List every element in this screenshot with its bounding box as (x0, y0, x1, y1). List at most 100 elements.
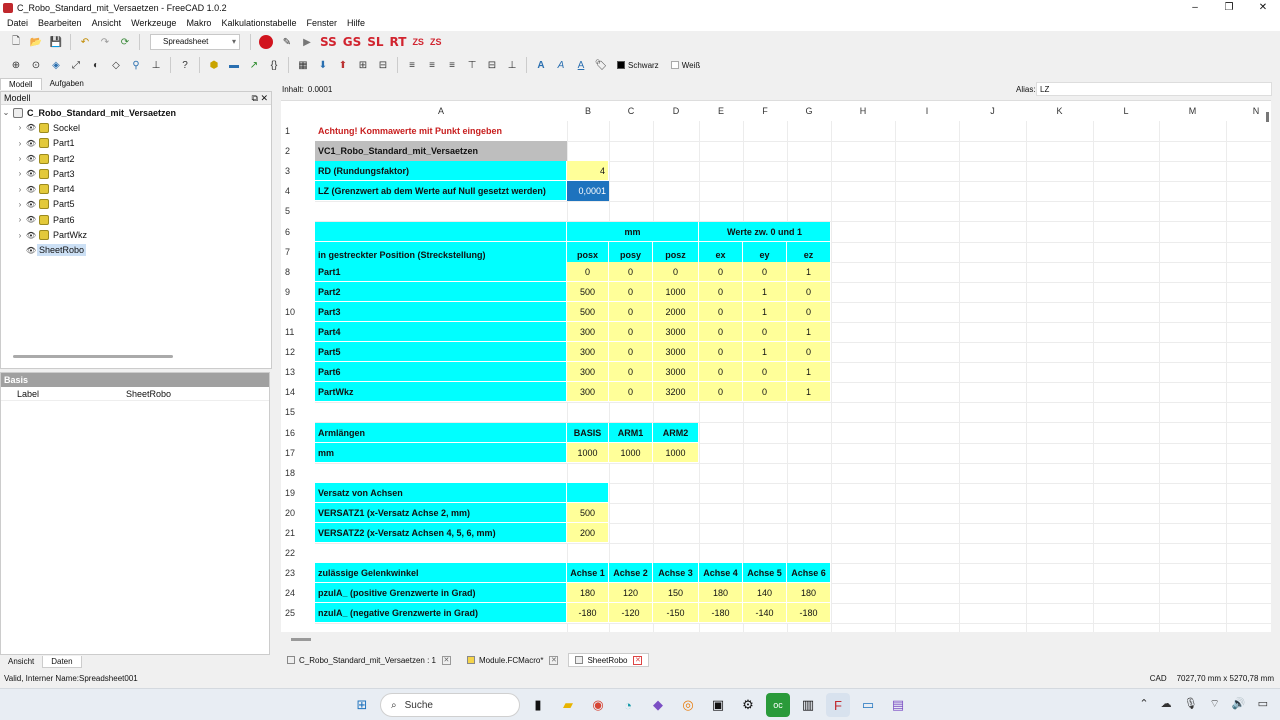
cell-b16[interactable]: BASIS (567, 422, 609, 443)
cell-part-value[interactable]: 0 (653, 261, 699, 282)
tree-root[interactable]: ⌄ C_Robo_Standard_mit_Versaetzen (1, 105, 271, 120)
cell-pos-limit[interactable]: 150 (653, 583, 699, 604)
column-header-c[interactable]: C (609, 101, 653, 121)
cell-part-value[interactable]: 3000 (653, 322, 699, 343)
menu-kalkulationstabelle[interactable]: Kalkulationstabelle (216, 18, 301, 28)
cell-neg-limit[interactable]: -180 (787, 603, 831, 624)
cell-part-value[interactable]: 3000 (653, 362, 699, 383)
cell-part-value[interactable]: 0 (609, 362, 653, 383)
cell-part-value[interactable]: 0 (699, 322, 743, 343)
macro-ss-button[interactable]: SS (320, 35, 337, 49)
visibility-eye-icon[interactable]: 👁 (25, 231, 37, 240)
content-input[interactable]: 0.0001 (308, 85, 332, 94)
cell-part-value[interactable]: 1 (743, 342, 787, 363)
doc-tab-sheetrobo[interactable]: SheetRobo ✕ (568, 653, 650, 667)
create-sheet-icon[interactable]: ▦ (295, 57, 311, 73)
cell-part-value[interactable]: 3000 (653, 342, 699, 363)
edge-icon[interactable]: ◔ (616, 693, 640, 717)
group-icon[interactable]: ▬ (226, 57, 242, 73)
cell-part-value[interactable]: 0 (787, 281, 831, 302)
visibility-eye-icon[interactable]: 👁 (25, 185, 37, 194)
tree-item-sockel[interactable]: › 👁 Sockel (1, 120, 271, 135)
speaker-icon[interactable]: 🔊 (1232, 697, 1246, 711)
maximize-icon[interactable]: ❐ (1212, 0, 1246, 15)
cell-part-value[interactable]: 0 (609, 281, 653, 302)
import-icon[interactable]: ⬇ (315, 57, 331, 73)
view-cube-icon[interactable]: ◈ (48, 57, 64, 73)
cell-part-value[interactable]: 300 (567, 322, 609, 343)
macro-sl-button[interactable]: SL (367, 35, 383, 49)
tree-item-partwkz[interactable]: › 👁 PartWkz (1, 227, 271, 242)
cell-a21[interactable]: VERSATZ2 (x-Versatz Achsen 4, 5, 6, mm) (315, 523, 567, 544)
chevron-right-icon[interactable]: › (15, 215, 25, 224)
cell-c6-mm[interactable]: mm (567, 221, 699, 242)
taskbar-search[interactable]: ⌕ Suche (380, 693, 520, 717)
cell-part-value[interactable]: 0 (743, 261, 787, 282)
windows-start-icon[interactable]: ⊞ (350, 693, 374, 717)
menu-makro[interactable]: Makro (181, 18, 216, 28)
tab-modell[interactable]: Modell (0, 78, 42, 90)
chevron-right-icon[interactable]: › (15, 169, 25, 178)
tree-item-part6[interactable]: › 👁 Part6 (1, 212, 271, 227)
cell-part-value[interactable]: 0 (699, 382, 743, 403)
cell-part-value[interactable]: 0 (609, 382, 653, 403)
cell-part-name[interactable]: Part3 (315, 301, 567, 322)
cell-part-value[interactable]: 0 (787, 342, 831, 363)
visibility-eye-icon[interactable]: 👁 (25, 169, 37, 178)
open-file-icon[interactable]: 📂 (28, 34, 44, 50)
cell-pos-limit[interactable]: 180 (787, 583, 831, 604)
merge-cells-icon[interactable]: ⊞ (355, 57, 371, 73)
row-header[interactable]: 14 (281, 382, 315, 402)
tree-item-part4[interactable]: › 👁 Part4 (1, 181, 271, 196)
cell-part-value[interactable]: 0 (699, 301, 743, 322)
cell-part-value[interactable]: 300 (567, 342, 609, 363)
cell-b3[interactable]: 4 (567, 161, 609, 182)
refresh-icon[interactable]: ⟳ (117, 34, 133, 50)
menu-werkzeuge[interactable]: Werkzeuge (126, 18, 181, 28)
workbench-selector[interactable]: Spreadsheet (150, 34, 240, 50)
cell-part-name[interactable]: Part5 (315, 342, 567, 363)
draw-style-icon[interactable]: ◐ (88, 57, 104, 73)
cell-part-value[interactable]: 0 (609, 322, 653, 343)
wifi-icon[interactable]: ⌔ (1210, 697, 1220, 711)
column-header-f[interactable]: F (743, 101, 787, 121)
visual-studio-icon[interactable]: ◆ (646, 693, 670, 717)
tab-aufgaben[interactable]: Aufgaben (42, 78, 92, 90)
tree-item-part2[interactable]: › 👁 Part2 (1, 151, 271, 166)
row-header[interactable]: 9 (281, 282, 315, 302)
spreadsheet-grid[interactable]: ABCDEFGHIJKLMN 1 2 3 4 5 6 7 8 9 10 11 12 13 14 15 16 17… (281, 100, 1271, 632)
tab-daten[interactable]: Daten (42, 656, 82, 668)
macro-rt-button[interactable]: RT (390, 35, 407, 49)
cell-part-value[interactable]: 1 (743, 301, 787, 322)
visibility-eye-icon[interactable]: 👁 (25, 139, 37, 148)
column-header-a[interactable]: A (315, 101, 567, 121)
freecad-taskbar-icon[interactable]: F (826, 693, 850, 717)
cell-neg-limit[interactable]: -150 (653, 603, 699, 624)
cell-part-value[interactable]: 1 (787, 382, 831, 403)
cell-neg-limit[interactable]: -180 (567, 603, 609, 624)
cell-a16[interactable]: Armlängen (315, 422, 567, 443)
cell-part-value[interactable]: 0 (609, 342, 653, 363)
sheet-horizontal-scrollbar[interactable] (291, 638, 311, 641)
visibility-eye-icon[interactable]: 👁 (25, 154, 37, 163)
redo-icon[interactable]: ↷ (97, 34, 113, 50)
export-icon[interactable]: ⬆ (335, 57, 351, 73)
chevron-right-icon[interactable]: › (15, 185, 25, 194)
cell-d16[interactable]: ARM2 (653, 422, 699, 443)
cell-part-value[interactable]: 500 (567, 301, 609, 322)
cell-part-value[interactable]: 0 (699, 261, 743, 282)
property-row-label[interactable]: Label SheetRobo (1, 387, 269, 401)
background-color-button[interactable]: Weiß (670, 61, 700, 70)
cell-b21[interactable]: 200 (567, 523, 609, 544)
row-header[interactable]: 21 (281, 523, 315, 543)
cell-a20[interactable]: VERSATZ1 (x-Versatz Achse 2, mm) (315, 502, 567, 523)
notes-icon[interactable]: ▥ (796, 693, 820, 717)
cell-pos-limit[interactable]: 180 (699, 583, 743, 604)
visibility-eye-icon[interactable]: 👁 (25, 246, 37, 255)
cell-a3[interactable]: RD (Rundungsfaktor) (315, 161, 567, 182)
cell-part-name[interactable]: Part2 (315, 281, 567, 302)
cell-part-value[interactable]: 300 (567, 362, 609, 383)
tree-item-part5[interactable]: › 👁 Part5 (1, 197, 271, 212)
visibility-eye-icon[interactable]: 👁 (25, 123, 37, 132)
align-top-icon[interactable]: ⊤ (464, 57, 480, 73)
